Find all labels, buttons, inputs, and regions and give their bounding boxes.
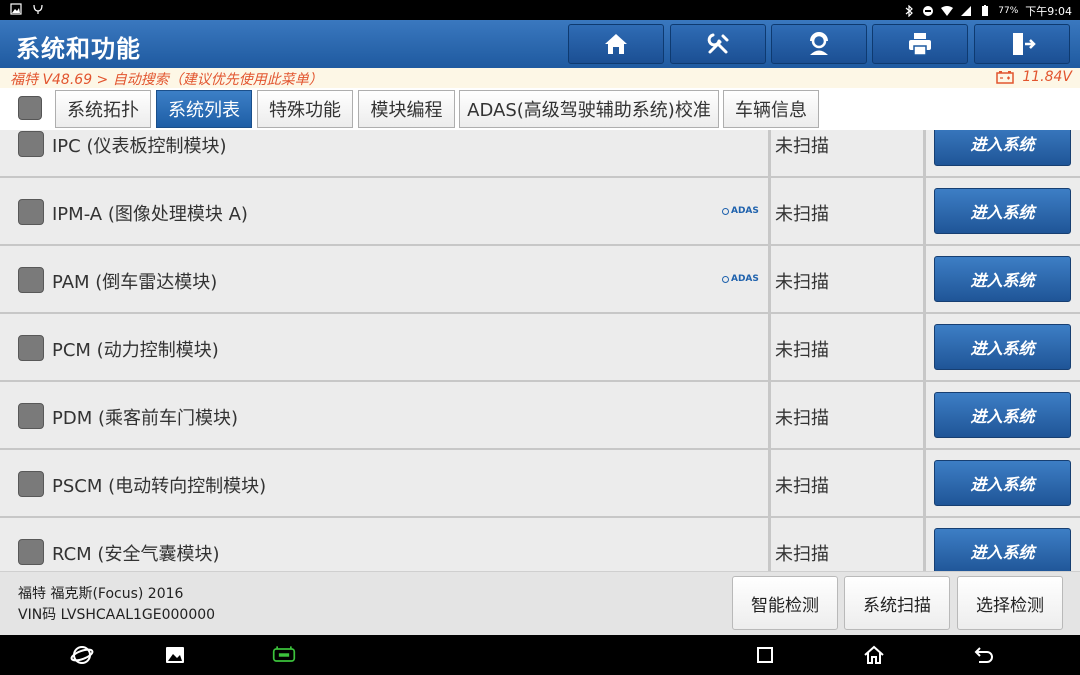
page-title: 系统和功能 bbox=[16, 35, 141, 63]
print-button[interactable] bbox=[872, 24, 968, 64]
enter-system-button[interactable]: 进入系统 bbox=[934, 460, 1071, 506]
bottom-bar: 福特 福克斯(Focus) 2016 VIN码 LVSHCAAL1GE00000… bbox=[0, 571, 1080, 635]
system-name: IPC (仪表板控制模块) bbox=[52, 136, 227, 157]
scan-status: 未扫描 bbox=[775, 136, 829, 157]
row-checkbox[interactable] bbox=[18, 199, 44, 225]
system-row: PDM (乘客前车门模块) 未扫描 进入系统 bbox=[0, 382, 1080, 448]
wrench-screwdriver-icon bbox=[707, 33, 729, 54]
voltage-value: 11.84V bbox=[1022, 69, 1072, 85]
scan-status: 未扫描 bbox=[775, 544, 829, 565]
usb-debug-icon bbox=[32, 3, 44, 15]
row-checkbox[interactable] bbox=[18, 403, 44, 429]
tab-special-functions[interactable]: 特殊功能 bbox=[257, 90, 353, 128]
browser-icon[interactable] bbox=[70, 643, 94, 667]
system-row: RCM (安全气囊模块) 未扫描 进入系统 bbox=[0, 518, 1080, 571]
scan-status: 未扫描 bbox=[775, 272, 829, 293]
recent-apps-icon[interactable] bbox=[753, 643, 777, 667]
adas-badge: ADAS bbox=[722, 206, 759, 216]
gallery-notification-icon bbox=[10, 3, 22, 15]
row-checkbox[interactable] bbox=[18, 267, 44, 293]
system-name: PSCM (电动转向控制模块) bbox=[52, 476, 267, 497]
tab-vehicle-info[interactable]: 车辆信息 bbox=[723, 90, 819, 128]
headset-person-icon bbox=[810, 32, 828, 55]
system-row: IPC (仪表板控制模块) 未扫描 进入系统 bbox=[0, 130, 1080, 176]
system-name: PCM (动力控制模块) bbox=[52, 340, 219, 361]
system-row: PAM (倒车雷达模块) ADAS 未扫描 进入系统 bbox=[0, 246, 1080, 312]
do-not-disturb-icon bbox=[922, 5, 934, 17]
select-all-checkbox[interactable] bbox=[18, 96, 42, 120]
adas-badge: ADAS bbox=[722, 274, 759, 284]
home-button[interactable] bbox=[568, 24, 664, 64]
cell-signal-icon bbox=[960, 5, 972, 17]
row-checkbox[interactable] bbox=[18, 471, 44, 497]
tab-bar: 系统拓扑 系统列表 特殊功能 模块编程 ADAS(高级驾驶辅助系统)校准 车辆信… bbox=[0, 88, 1080, 130]
system-scan-button[interactable]: 系统扫描 bbox=[844, 576, 950, 630]
wifi-icon bbox=[941, 5, 954, 17]
title-bar: 系统和功能 bbox=[0, 20, 1080, 68]
info-bar: 福特 V48.69 > 自动搜索（建议优先使用此菜单） 11.84V bbox=[0, 68, 1080, 88]
exit-door-icon bbox=[1013, 33, 1036, 55]
enter-system-button[interactable]: 进入系统 bbox=[934, 188, 1071, 234]
back-icon[interactable] bbox=[972, 643, 996, 667]
exit-button[interactable] bbox=[974, 24, 1070, 64]
android-status-bar: 77% 下午9:04 bbox=[0, 0, 1080, 20]
scan-status: 未扫描 bbox=[775, 340, 829, 361]
row-checkbox[interactable] bbox=[18, 131, 44, 157]
vehicle-model: 福特 福克斯(Focus) 2016 bbox=[18, 586, 184, 602]
scan-status: 未扫描 bbox=[775, 476, 829, 497]
home-icon bbox=[605, 34, 627, 54]
vci-connection-icon[interactable] bbox=[272, 643, 300, 667]
breadcrumb: 福特 V48.69 > 自动搜索（建议优先使用此菜单） bbox=[10, 72, 323, 88]
bluetooth-icon bbox=[903, 4, 915, 18]
clock: 下午9:04 bbox=[1025, 5, 1072, 18]
gallery-icon[interactable] bbox=[163, 643, 187, 667]
enter-system-button[interactable]: 进入系统 bbox=[934, 392, 1071, 438]
scan-status: 未扫描 bbox=[775, 408, 829, 429]
battery-percent: 77% bbox=[998, 6, 1019, 16]
adas-icon bbox=[722, 207, 729, 215]
system-row: PCM (动力控制模块) 未扫描 进入系统 bbox=[0, 314, 1080, 380]
car-battery-icon bbox=[996, 71, 1015, 84]
row-checkbox[interactable] bbox=[18, 335, 44, 361]
enter-system-button[interactable]: 进入系统 bbox=[934, 528, 1071, 571]
tab-module-programming[interactable]: 模块编程 bbox=[358, 90, 455, 128]
tools-button[interactable] bbox=[670, 24, 766, 64]
vehicle-vin: VIN码 LVSHCAAL1GE000000 bbox=[18, 607, 216, 623]
home-nav-icon[interactable] bbox=[862, 643, 886, 667]
row-checkbox[interactable] bbox=[18, 539, 44, 565]
support-button[interactable] bbox=[771, 24, 867, 64]
system-name: IPM-A (图像处理模块 A) bbox=[52, 204, 248, 225]
scan-status: 未扫描 bbox=[775, 204, 829, 225]
printer-icon bbox=[909, 33, 931, 56]
system-row: IPM-A (图像处理模块 A) ADAS 未扫描 进入系统 bbox=[0, 178, 1080, 244]
android-nav-bar bbox=[0, 635, 1080, 675]
system-name: PAM (倒车雷达模块) bbox=[52, 272, 218, 293]
system-row: PSCM (电动转向控制模块) 未扫描 进入系统 bbox=[0, 450, 1080, 516]
vehicle-info: 福特 福克斯(Focus) 2016 VIN码 LVSHCAAL1GE00000… bbox=[18, 584, 215, 626]
system-name: PDM (乘客前车门模块) bbox=[52, 408, 239, 429]
smart-detect-button[interactable]: 智能检测 bbox=[732, 576, 838, 630]
tab-adas-calibration[interactable]: ADAS(高级驾驶辅助系统)校准 bbox=[459, 90, 719, 128]
enter-system-button[interactable]: 进入系统 bbox=[934, 324, 1071, 370]
battery-icon bbox=[979, 5, 991, 17]
enter-system-button[interactable]: 进入系统 bbox=[934, 256, 1071, 302]
enter-system-button[interactable]: 进入系统 bbox=[934, 130, 1071, 166]
select-detect-button[interactable]: 选择检测 bbox=[957, 576, 1063, 630]
tab-system-topology[interactable]: 系统拓扑 bbox=[55, 90, 151, 128]
tab-system-list[interactable]: 系统列表 bbox=[156, 90, 252, 128]
system-name: RCM (安全气囊模块) bbox=[52, 544, 220, 565]
system-list: IPC (仪表板控制模块) 未扫描 进入系统 IPM-A (图像处理模块 A) … bbox=[0, 130, 1080, 571]
voltage-indicator: 11.84V bbox=[996, 69, 1072, 85]
adas-icon bbox=[722, 275, 729, 283]
